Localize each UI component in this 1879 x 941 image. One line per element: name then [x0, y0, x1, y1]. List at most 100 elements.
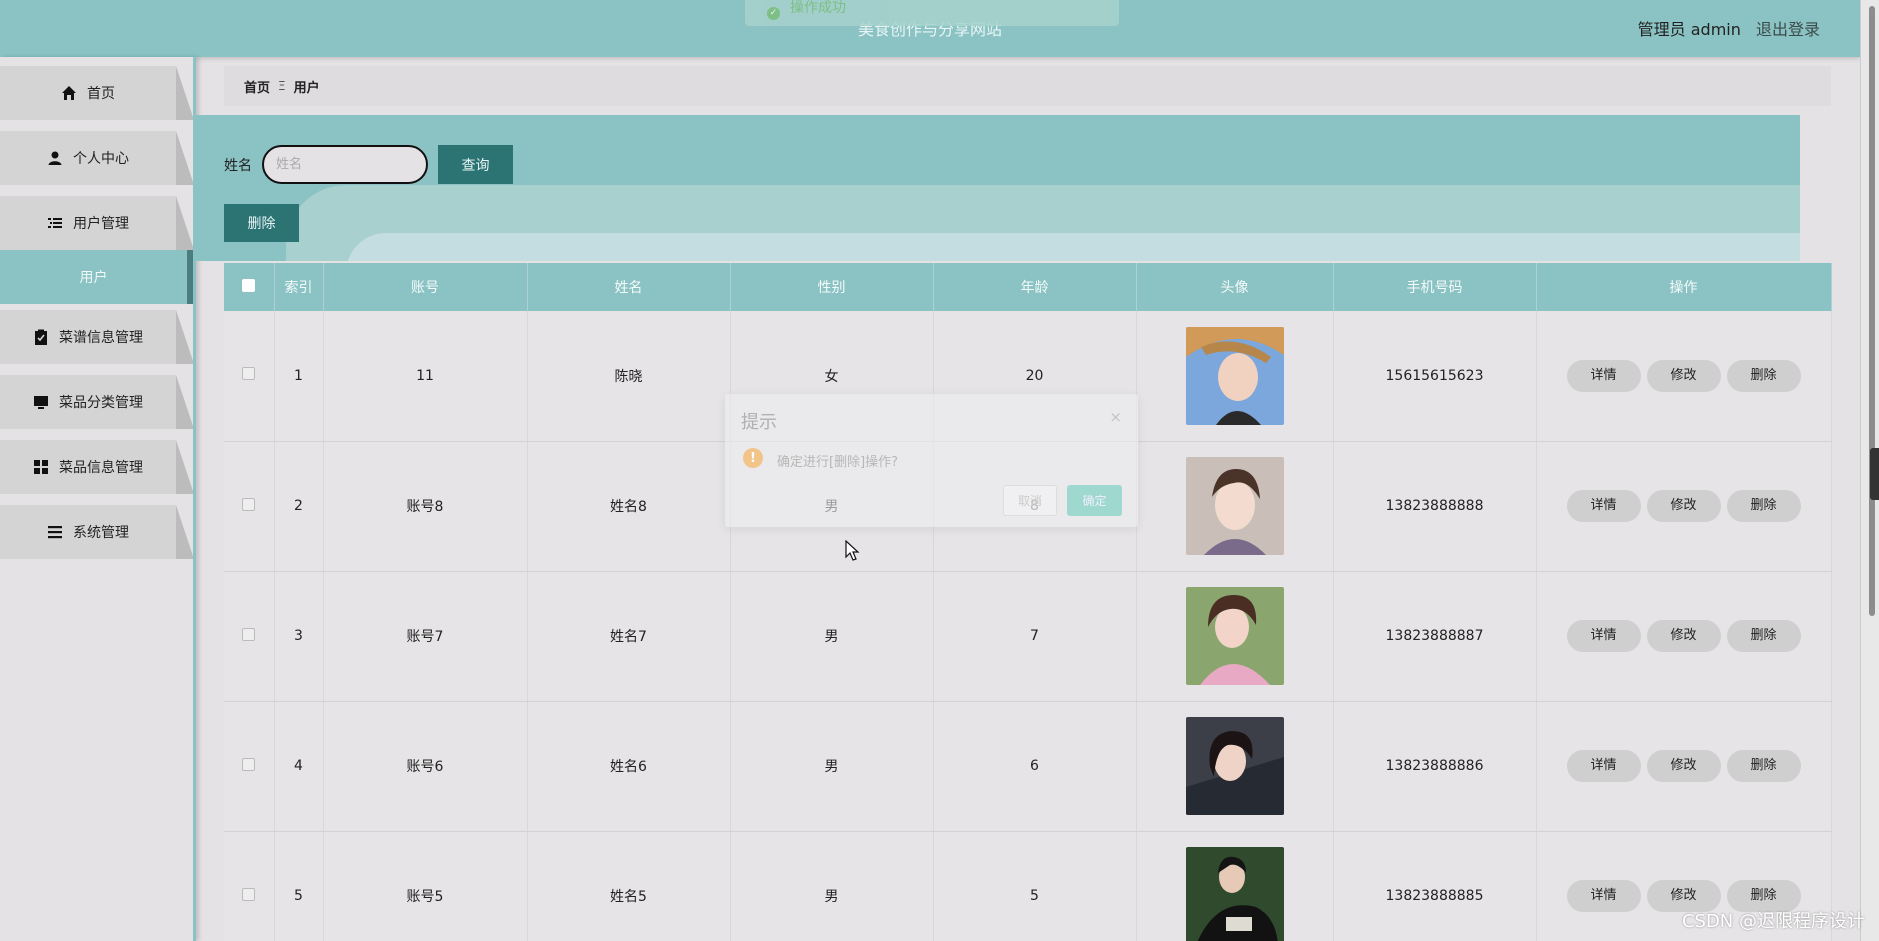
avatar-cell — [1136, 311, 1334, 442]
menu-icon — [48, 526, 62, 539]
warning-icon: ! — [743, 448, 763, 468]
sidebar-subitem-users[interactable]: 用户 — [0, 250, 193, 304]
breadcrumb-home[interactable]: 首页 — [244, 77, 270, 96]
detail-button[interactable]: 详情 — [1566, 880, 1641, 912]
sidebar-item-system-management[interactable]: 系统管理 — [0, 505, 194, 559]
admin-label: 管理员 admin — [1637, 20, 1741, 39]
name-cell: 姓名5 — [527, 831, 731, 941]
sidebar-item-label: 菜谱信息管理 — [59, 330, 143, 346]
check-icon: ✓ — [767, 6, 780, 20]
list-icon — [48, 218, 62, 228]
name-cell: 姓名7 — [527, 571, 731, 702]
breadcrumb-separator: Ξ — [278, 79, 286, 93]
page-scrollbar[interactable] — [1860, 0, 1879, 941]
column-header: 账号 — [323, 263, 528, 311]
sidebar-item-label: 系统管理 — [73, 525, 129, 541]
index-cell: 4 — [274, 701, 324, 832]
row-checkbox[interactable] — [242, 497, 256, 511]
edit-button[interactable]: 修改 — [1646, 750, 1721, 782]
detail-button[interactable]: 详情 — [1566, 490, 1641, 522]
batch-delete-button[interactable]: 删除 — [224, 204, 299, 242]
user-table: 索引 账号 姓名 性别 年龄 头像 手机号码 操作 1 11 陈晓 女 20 1… — [224, 263, 1832, 941]
table-row: 4 账号6 姓名6 男 6 13823888886 详情 修改 删除 — [224, 701, 1832, 832]
sidebar-item-category-management[interactable]: 菜品分类管理 — [0, 375, 194, 429]
avatar-cell — [1136, 571, 1334, 702]
edit-button[interactable]: 修改 — [1646, 490, 1721, 522]
age-cell: 7 — [933, 571, 1137, 702]
delete-button[interactable]: 删除 — [1726, 359, 1801, 392]
name-search-input[interactable] — [262, 145, 428, 184]
row-checkbox[interactable] — [242, 757, 256, 771]
column-header: 手机号码 — [1333, 263, 1537, 311]
dialog-confirm-button[interactable]: 确定 — [1067, 485, 1122, 516]
table-header-row: 索引 账号 姓名 性别 年龄 头像 手机号码 操作 — [224, 263, 1832, 311]
row-checkbox[interactable] — [242, 627, 256, 641]
logout-link[interactable]: 退出登录 — [1756, 20, 1820, 39]
sidebar-item-label: 菜品信息管理 — [59, 460, 143, 476]
dialog-title: 提示 — [741, 412, 777, 433]
table-row: 3 账号7 姓名7 男 7 13823888887 详情 修改 删除 — [224, 571, 1832, 702]
clipboard-icon — [35, 329, 47, 345]
scroll-indicator — [1870, 448, 1879, 500]
dialog-cancel-button[interactable]: 取消 — [1003, 485, 1057, 516]
dialog-message: 确定进行[删除]操作? — [777, 455, 899, 470]
column-header: 索引 — [274, 263, 324, 311]
admin-area: 管理员 admin 退出登录 — [1638, 16, 1820, 40]
delete-button[interactable]: 删除 — [1726, 750, 1801, 782]
index-cell: 2 — [274, 441, 324, 572]
select-all-checkbox[interactable] — [242, 278, 256, 292]
name-cell: 姓名6 — [527, 701, 731, 832]
row-select-cell — [224, 571, 275, 702]
name-filter-label: 姓名 — [224, 158, 252, 174]
actions-cell: 详情 修改 删除 — [1536, 441, 1832, 572]
account-cell: 11 — [323, 311, 528, 442]
name-cell: 陈晓 — [527, 311, 731, 442]
sidebar-item-home[interactable]: 首页 — [0, 66, 194, 120]
select-all-cell — [224, 263, 275, 311]
phone-cell: 13823888885 — [1333, 831, 1537, 941]
column-header: 姓名 — [527, 263, 731, 311]
monitor-icon — [34, 396, 48, 409]
column-header: 头像 — [1136, 263, 1334, 311]
account-cell: 账号5 — [323, 831, 528, 941]
detail-button[interactable]: 详情 — [1566, 750, 1641, 782]
sidebar-item-dish-management[interactable]: 菜品信息管理 — [0, 440, 194, 494]
avatar — [1185, 847, 1284, 941]
account-cell: 账号6 — [323, 701, 528, 832]
row-checkbox[interactable] — [242, 887, 256, 901]
detail-button[interactable]: 详情 — [1566, 620, 1641, 652]
phone-cell: 13823888887 — [1333, 571, 1537, 702]
phone-cell: 13823888888 — [1333, 441, 1537, 572]
user-icon — [48, 151, 62, 165]
mouse-cursor-icon — [845, 540, 860, 561]
search-panel — [196, 115, 1800, 261]
row-select-cell — [224, 701, 275, 832]
row-checkbox[interactable] — [242, 367, 256, 381]
query-button[interactable]: 查询 — [438, 145, 513, 184]
age-cell: 6 — [933, 701, 1137, 832]
sidebar-item-label: 个人中心 — [73, 151, 129, 167]
success-toast: ✓ 操作成功 — [745, 0, 1119, 26]
avatar — [1185, 717, 1284, 815]
phone-cell: 15615615623 — [1333, 311, 1537, 442]
breadcrumb: 首页 Ξ 用户 — [224, 66, 1831, 106]
delete-button[interactable]: 删除 — [1726, 620, 1801, 652]
edit-button[interactable]: 修改 — [1646, 620, 1721, 652]
detail-button[interactable]: 详情 — [1566, 359, 1641, 392]
sidebar-subitem-label: 用户 — [79, 270, 108, 286]
actions-cell: 详情 修改 删除 — [1536, 311, 1832, 442]
sidebar: 首页 个人中心 用户管理 用户 菜谱信息管理 菜品分类管理 菜品信息管理 系统管… — [0, 57, 196, 941]
gender-cell: 男 — [730, 701, 934, 832]
delete-button[interactable]: 删除 — [1726, 490, 1801, 522]
sidebar-item-label: 用户管理 — [73, 216, 129, 232]
column-header: 年龄 — [933, 263, 1137, 311]
actions-cell: 详情 修改 删除 — [1536, 701, 1832, 832]
avatar-cell — [1136, 441, 1334, 572]
close-icon[interactable]: × — [1109, 408, 1122, 426]
sidebar-item-profile[interactable]: 个人中心 — [0, 131, 194, 185]
sidebar-item-recipe-management[interactable]: 菜谱信息管理 — [0, 310, 194, 364]
edit-button[interactable]: 修改 — [1646, 359, 1721, 392]
scrollbar-thumb[interactable] — [1869, 6, 1875, 616]
sidebar-item-user-management[interactable]: 用户管理 — [0, 196, 194, 250]
index-cell: 3 — [274, 571, 324, 702]
